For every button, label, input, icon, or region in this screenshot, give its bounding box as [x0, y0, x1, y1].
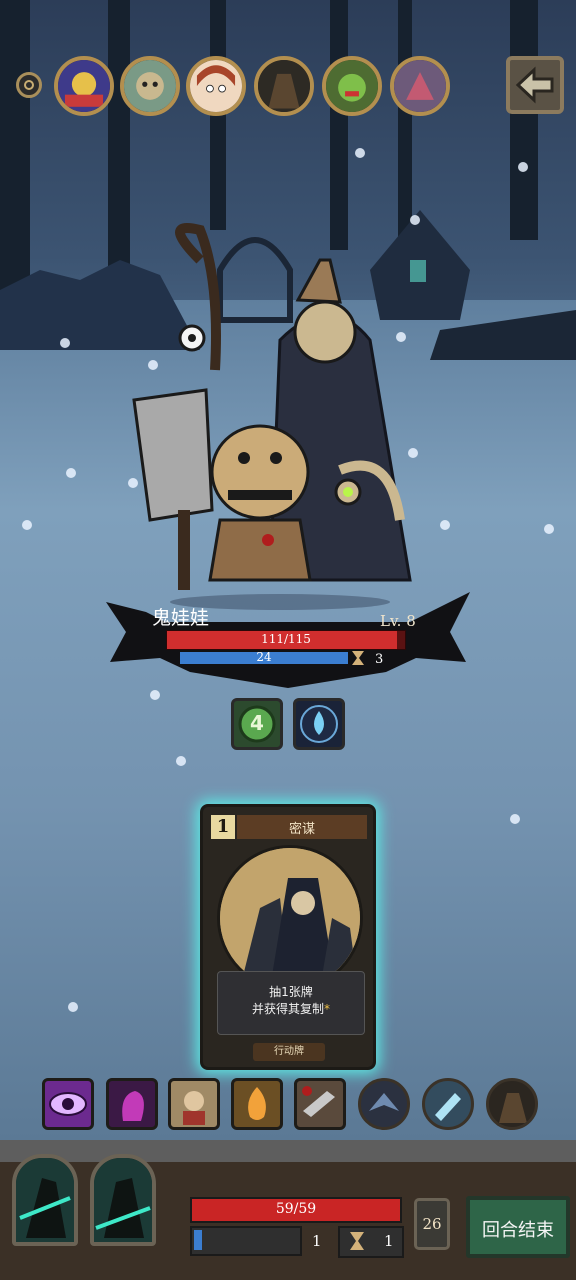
blade-icon [302, 1086, 335, 1117]
warrior-icon [394, 60, 446, 112]
water-drop-buff[interactable] [293, 698, 345, 750]
back-button[interactable] [506, 56, 564, 114]
snowflake [22, 520, 32, 530]
player-shield-value: 1 [312, 1232, 322, 1250]
enemy-turn-count: 3 [375, 652, 384, 667]
snowflake [544, 524, 554, 534]
flame-icon [248, 1087, 266, 1120]
character-slot-1[interactable] [12, 1154, 78, 1246]
snowflake [510, 814, 520, 824]
poison-counter-value: 4 [250, 711, 264, 735]
enemy-hp-text: 111/115 [261, 632, 311, 646]
player-time-box [338, 1226, 404, 1258]
snowflake [60, 338, 70, 348]
card-desc-mark: * [324, 1002, 330, 1016]
ice-icon [435, 1093, 461, 1121]
enemy-level: Lv. 8 [380, 612, 416, 630]
top-bar [0, 48, 576, 120]
snowflake [68, 1002, 78, 1012]
snowflake [518, 162, 528, 172]
zombie-icon [124, 60, 176, 112]
hood-skill[interactable] [486, 1078, 538, 1130]
card-cost: 1 [211, 815, 235, 839]
card-description: 抽1张牌 并获得其复制* [217, 971, 365, 1035]
hourglass-icon [352, 651, 364, 665]
card-desc-line2: 并获得其复制 [251, 1002, 324, 1016]
jester-icon [58, 60, 110, 112]
monk-skill[interactable] [168, 1078, 220, 1130]
card-title-bar: 密谋 [237, 815, 367, 839]
spirit-icon [122, 1091, 144, 1121]
snowflake [176, 756, 186, 766]
end-turn-button[interactable]: 回合结束 [466, 1196, 570, 1258]
hood-icon [258, 60, 310, 112]
zombie-portrait[interactable] [120, 56, 180, 116]
goblin-icon [326, 60, 378, 112]
eye-skill[interactable] [42, 1078, 94, 1130]
draw-pile[interactable]: 26 [414, 1198, 450, 1250]
hooded-conspirators-icon [220, 848, 360, 988]
skill-row [40, 1078, 540, 1134]
girl-icon [190, 60, 242, 112]
monk-icon [183, 1091, 205, 1125]
card-desc-line2-wrap: 并获得其复制* [218, 1001, 364, 1018]
snowflake [66, 468, 76, 478]
flame-skill[interactable] [231, 1078, 283, 1130]
warrior-portrait[interactable] [390, 56, 450, 116]
goblin-portrait[interactable] [322, 56, 382, 116]
snowflake [150, 690, 160, 700]
deck-count: 26 [422, 1215, 442, 1233]
water-drop-icon [300, 705, 338, 743]
player-time-value: 1 [384, 1232, 394, 1250]
card-type: 行动牌 [253, 1043, 325, 1061]
ice-skill[interactable] [422, 1078, 474, 1130]
arrow-left-icon [515, 66, 554, 104]
hood-icon [499, 1093, 527, 1123]
player-shield-bar [190, 1226, 302, 1256]
hooded-portrait[interactable] [254, 56, 314, 116]
poison-counter-buff[interactable]: 4 [231, 698, 283, 750]
hourglass-icon [350, 1232, 364, 1250]
shadow-hero-icon [94, 1158, 152, 1242]
ghost-doll-enemy[interactable] [120, 220, 450, 610]
card-art [217, 845, 363, 991]
player-shield-fill [194, 1230, 202, 1250]
girl-portrait[interactable] [186, 56, 246, 116]
enemy-name: 鬼娃娃 [152, 607, 210, 629]
player-hp-text: 59/59 [275, 1201, 317, 1217]
eye-icon [49, 1092, 87, 1116]
spirit-skill[interactable] [106, 1078, 158, 1130]
shadow-hero-icon [16, 1158, 74, 1242]
action-card[interactable]: 1 密谋 抽1张牌 并获得其复制* 行动牌 [200, 804, 376, 1070]
enemy-shield-bar: 24 [180, 650, 348, 664]
enemy-hp-bar: 111/115 [166, 630, 406, 650]
jester-portrait[interactable] [54, 56, 114, 116]
card-title: 密谋 [288, 822, 315, 837]
blade-skill[interactable] [294, 1078, 346, 1130]
wing-skill[interactable] [358, 1078, 410, 1130]
end-turn-label: 回合结束 [482, 1220, 554, 1241]
enemy-shield-text: 24 [256, 650, 272, 664]
card-desc-line1: 抽1张牌 [269, 985, 313, 999]
snowflake [355, 148, 365, 158]
character-slot-2[interactable] [90, 1154, 156, 1246]
wing-icon [369, 1093, 399, 1111]
menu-button[interactable] [16, 72, 42, 98]
player-hp-bar: 59/59 [190, 1197, 402, 1223]
